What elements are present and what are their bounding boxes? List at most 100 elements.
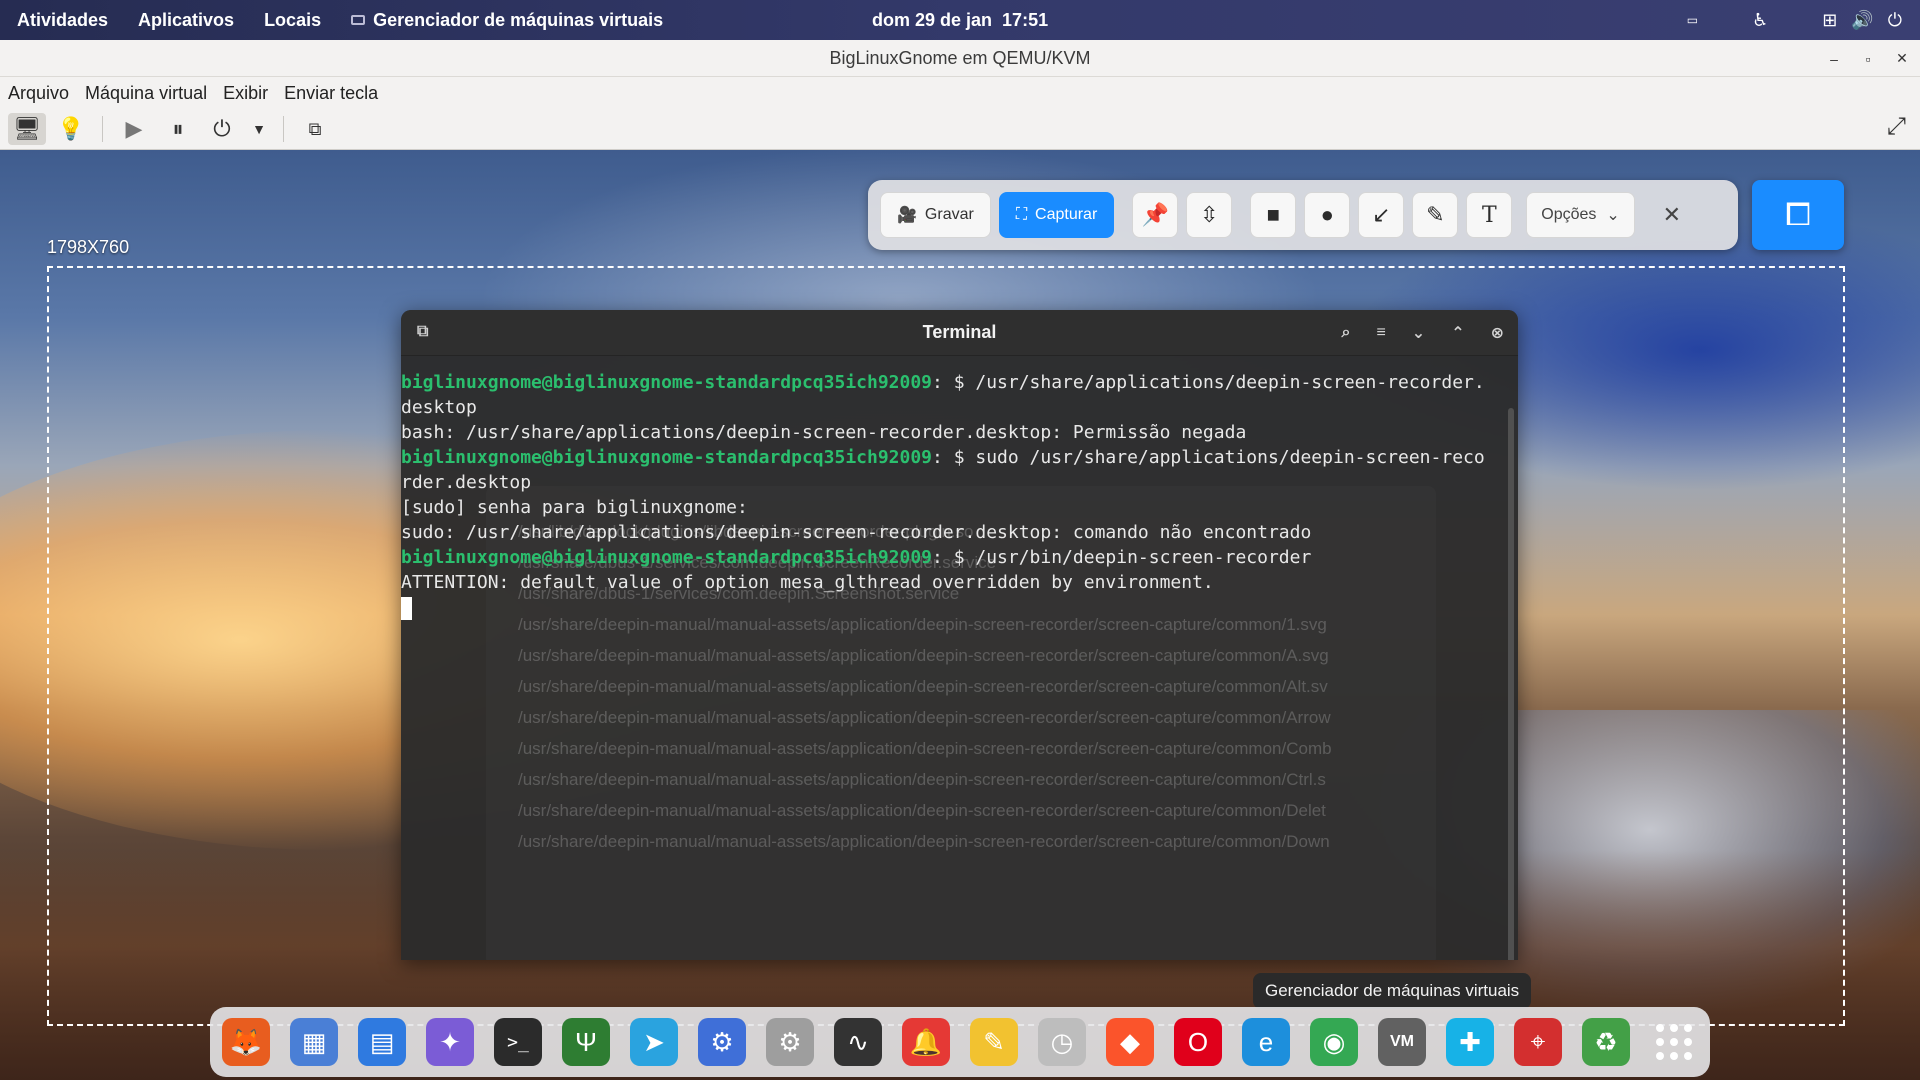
volume-icon[interactable]: 🔊 (1851, 10, 1873, 31)
terminal-prompt: biglinuxgnome@biglinuxgnome-standardpcq3… (401, 547, 933, 568)
pencil-icon: ✎ (1426, 202, 1445, 227)
terminal-text: : $ /usr/share/applications/deepin-scree… (932, 372, 1485, 393)
activities-button[interactable]: Atividades (0, 10, 123, 31)
chevron-up-icon[interactable]: ⌃ (1451, 323, 1464, 343)
arrow-icon: ↙ (1372, 202, 1391, 227)
options-dropdown[interactable]: Opções ⌄ (1526, 192, 1635, 238)
menu-enviar-tecla[interactable]: Enviar tecla (284, 83, 378, 104)
edge-icon[interactable]: e (1242, 1018, 1290, 1066)
menu-maquina-virtual[interactable]: Máquina virtual (85, 83, 207, 104)
circle-icon: ● (1320, 202, 1334, 227)
biglinux-icon[interactable]: Ψ (562, 1018, 610, 1066)
run-button[interactable]: ▶ (115, 113, 153, 145)
text-tool-button[interactable]: T (1466, 192, 1513, 238)
recycle-icon[interactable]: ♻ (1582, 1018, 1630, 1066)
snapshots-button[interactable]: ⧉ (296, 113, 334, 145)
text-icon: T (1481, 202, 1497, 228)
apps-icon[interactable]: ✦ (426, 1018, 474, 1066)
terminal-window[interactable]: ⧉ Terminal ⌕ ≡ ⌄ ⌃ ⊗ /usr/lib/dde-dock/p… (401, 310, 1518, 960)
square-icon: ■ (1266, 202, 1280, 227)
places-menu[interactable]: Locais (249, 10, 336, 31)
terminal-body[interactable]: /usr/lib/dde-dock/plugins/libdeepin-scre… (401, 356, 1518, 960)
opera-icon[interactable]: O (1174, 1018, 1222, 1066)
firefox-icon[interactable]: 🦊 (222, 1018, 270, 1066)
capture-button[interactable]: ⛶ Capturar (998, 192, 1115, 238)
new-tab-icon[interactable]: ⧉ (417, 323, 428, 341)
terminal-text: rder.desktop (401, 472, 532, 493)
monitor-icon: 🖥 (13, 116, 41, 141)
pen-tool-button[interactable]: ✎ (1412, 192, 1459, 238)
close-icon[interactable]: ⊗ (1491, 323, 1504, 343)
console-view-button[interactable]: 🖥 (8, 113, 46, 145)
scroll-capture-icon: ⇳ (1200, 202, 1219, 227)
keyboard-icon[interactable]: ▭ (1687, 13, 1698, 27)
ghost-list-item: /usr/share/deepin-manual/manual-assets/a… (518, 770, 1326, 789)
terminal-line: biglinuxgnome@biglinuxgnome-standardpcq3… (401, 370, 1501, 395)
network-icon[interactable]: ⊞ (1822, 10, 1837, 31)
menu-exibir[interactable]: Exibir (223, 83, 268, 104)
kodi-icon[interactable]: ✚ (1446, 1018, 1494, 1066)
details-view-button[interactable]: 💡 (52, 113, 90, 145)
system-tray[interactable]: ▭ ♿ ⊞ 🔊 ⏻ (1687, 0, 1902, 40)
crosshair-icon[interactable]: ⌖ (1514, 1018, 1562, 1066)
menu-arquivo[interactable]: Arquivo (8, 83, 69, 104)
terminal-line: [sudo] senha para biglinuxgnome: (401, 495, 1501, 520)
notification-bell-icon[interactable]: 🔔 (902, 1018, 950, 1066)
shutdown-button[interactable]: ⏻ (203, 113, 241, 145)
applications-menu[interactable]: Aplicativos (123, 10, 249, 31)
telegram-icon[interactable]: ➤ (630, 1018, 678, 1066)
terminal-line: biglinuxgnome@biglinuxgnome-standardpcq3… (401, 545, 1501, 570)
chevron-down-icon[interactable]: ⌄ (1412, 323, 1425, 343)
text-editor-icon[interactable]: ✎ (970, 1018, 1018, 1066)
terminal-text: bash: /usr/share/applications/deepin-scr… (401, 422, 1247, 443)
search-icon[interactable]: ⌕ (1341, 324, 1350, 342)
toolbar-separator (102, 116, 103, 142)
terminal-text: : $ sudo /usr/share/applications/deepin-… (932, 447, 1485, 468)
pause-button[interactable]: ⏸ (159, 113, 197, 145)
close-icon: ✕ (1662, 202, 1682, 227)
terminal-header[interactable]: ⧉ Terminal ⌕ ≡ ⌄ ⌃ ⊗ (401, 310, 1518, 356)
maximize-button[interactable]: ▫ (1860, 51, 1876, 67)
terminal-icon[interactable]: >_ (494, 1018, 542, 1066)
terminal-text: sudo: /usr/share/applications/deepin-scr… (401, 522, 1312, 543)
menu-icon[interactable]: ≡ (1376, 324, 1385, 342)
fullscreen-button[interactable]: ⤢ (1887, 113, 1906, 141)
window-titlebar[interactable]: BigLinuxGnome em QEMU/KVM (0, 40, 1920, 77)
dock: 🦊 ▦ ▤ ✦ >_ Ψ ➤ ⚙ ⚙ ∿ 🔔 ✎ ◷ ◆ Oe ◉ VM ✚ ⌖ ♻ (210, 1007, 1710, 1077)
power-icon[interactable]: ⏻ (1888, 10, 1902, 31)
minimize-button[interactable]: – (1826, 51, 1842, 67)
grid-dot (1656, 1038, 1664, 1046)
selection-dimensions: 1798X760 (47, 237, 130, 257)
play-icon: ▶ (125, 116, 143, 141)
terminal-scrollbar[interactable] (1508, 408, 1514, 960)
arrow-tool-button[interactable]: ↙ (1358, 192, 1405, 238)
calendar-icon[interactable]: ▦ (290, 1018, 338, 1066)
accessibility-icon[interactable]: ♿ (1752, 10, 1768, 31)
document-icon[interactable]: ▤ (358, 1018, 406, 1066)
video-camera-icon: 🎥 (897, 207, 917, 224)
virt-manager-icon[interactable]: VM (1378, 1018, 1426, 1066)
show-apps-icon[interactable] (1656, 1024, 1692, 1060)
settings-gear-icon[interactable]: ⚙ (766, 1018, 814, 1066)
close-recorder-button[interactable]: ✕ (1651, 194, 1693, 236)
ghost-list-item: /usr/share/deepin-manual/manual-assets/a… (518, 832, 1330, 851)
clock[interactable]: dom 29 de jan 17:51 (872, 0, 1048, 40)
brave-icon[interactable]: ◆ (1106, 1018, 1154, 1066)
record-button[interactable]: 🎥 Gravar (880, 192, 991, 238)
chrome-icon[interactable]: ◉ (1310, 1018, 1358, 1066)
window-title: BigLinuxGnome em QEMU/KVM (829, 47, 1091, 68)
app-menu[interactable]: Gerenciador de máquinas virtuais (336, 10, 678, 31)
close-button[interactable]: ✕ (1894, 50, 1910, 67)
pin-button[interactable]: 📌 (1132, 192, 1179, 238)
ellipse-tool-button[interactable]: ● (1304, 192, 1351, 238)
date-label: dom 29 de jan (872, 9, 993, 30)
settings-mixer-icon[interactable]: ⚙ (698, 1018, 746, 1066)
shutdown-dropdown[interactable]: ▼ (247, 113, 271, 145)
scroll-capture-button[interactable]: ⇳ (1186, 192, 1233, 238)
system-monitor-icon[interactable]: ∿ (834, 1018, 882, 1066)
clock-icon[interactable]: ◷ (1038, 1018, 1086, 1066)
crop-capture-button[interactable]: ⧠ (1752, 180, 1844, 250)
rectangle-tool-button[interactable]: ■ (1250, 192, 1297, 238)
terminal-line: ATTENTION: default value of option mesa_… (401, 570, 1501, 595)
fullscreen-icon: ⤢ (1886, 113, 1906, 140)
